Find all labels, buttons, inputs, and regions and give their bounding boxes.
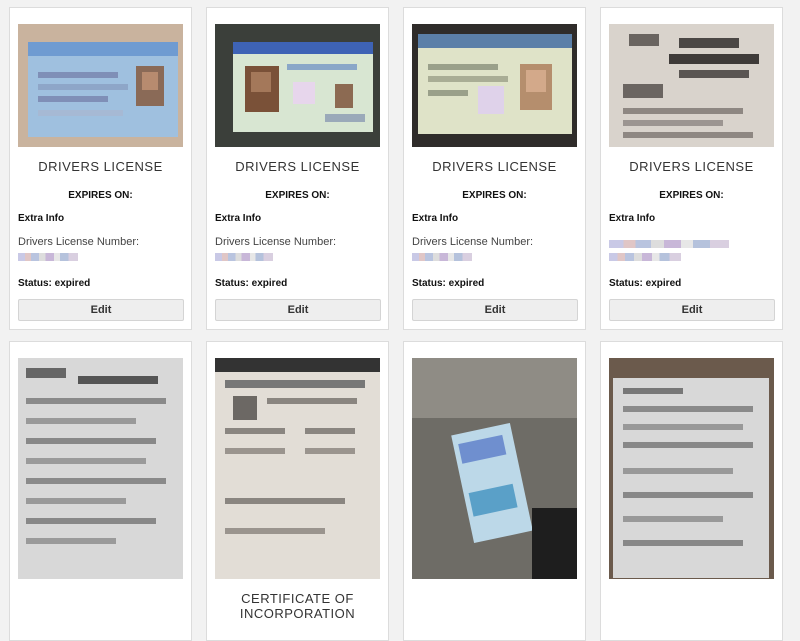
document-card: DRIVERS LICENSE EXPIRES ON: Extra Info D… <box>403 7 586 330</box>
document-title: DRIVERS LICENSE <box>629 159 754 174</box>
edit-button[interactable]: Edit <box>609 299 775 321</box>
edit-button[interactable]: Edit <box>215 299 381 321</box>
document-card: DRIVERS LICENSE EXPIRES ON: Extra Info D… <box>9 7 192 330</box>
document-title: CERTIFICATE OF INCORPORATION <box>207 591 388 621</box>
redacted-license-number <box>412 253 472 261</box>
document-card <box>600 341 783 641</box>
license-thumbnail[interactable] <box>18 24 183 147</box>
document-card <box>403 341 586 641</box>
redacted-license-number <box>609 240 729 248</box>
status-text: Status: expired <box>412 278 485 289</box>
document-thumbnail[interactable] <box>412 358 577 579</box>
document-title-line: INCORPORATION <box>239 606 356 621</box>
document-title: DRIVERS LICENSE <box>38 159 163 174</box>
status-text: Status: expired <box>18 278 91 289</box>
status-text: Status: expired <box>215 278 288 289</box>
redacted-license-number <box>215 253 273 261</box>
document-card: DRIVERS LICENSE EXPIRES ON: Extra Info S… <box>600 7 783 330</box>
extra-info-label: Extra Info <box>609 213 656 224</box>
extra-info-label: Extra Info <box>215 213 262 224</box>
license-number-label: Drivers License Number: <box>412 236 534 248</box>
document-thumbnail[interactable] <box>609 358 774 579</box>
license-thumbnail[interactable] <box>412 24 577 147</box>
license-number-label: Drivers License Number: <box>18 236 140 248</box>
redacted-license-number <box>18 253 78 261</box>
document-thumbnail[interactable] <box>215 358 380 579</box>
document-thumbnail[interactable] <box>18 358 183 579</box>
expires-label: EXPIRES ON: <box>659 190 724 201</box>
status-text: Status: expired <box>609 278 682 289</box>
license-thumbnail[interactable] <box>215 24 380 147</box>
document-card <box>9 341 192 641</box>
edit-button[interactable]: Edit <box>18 299 184 321</box>
license-number-label: Drivers License Number: <box>215 236 337 248</box>
extra-info-label: Extra Info <box>18 213 65 224</box>
edit-button[interactable]: Edit <box>412 299 578 321</box>
document-title-line: CERTIFICATE OF <box>241 591 354 606</box>
document-title: DRIVERS LICENSE <box>432 159 557 174</box>
document-title: DRIVERS LICENSE <box>235 159 360 174</box>
document-card: CERTIFICATE OF INCORPORATION <box>206 341 389 641</box>
expires-label: EXPIRES ON: <box>462 190 527 201</box>
extra-info-label: Extra Info <box>412 213 459 224</box>
license-thumbnail[interactable] <box>609 24 774 147</box>
document-card: DRIVERS LICENSE EXPIRES ON: Extra Info D… <box>206 7 389 330</box>
redacted-license-number <box>609 253 681 261</box>
expires-label: EXPIRES ON: <box>265 190 330 201</box>
expires-label: EXPIRES ON: <box>68 190 133 201</box>
